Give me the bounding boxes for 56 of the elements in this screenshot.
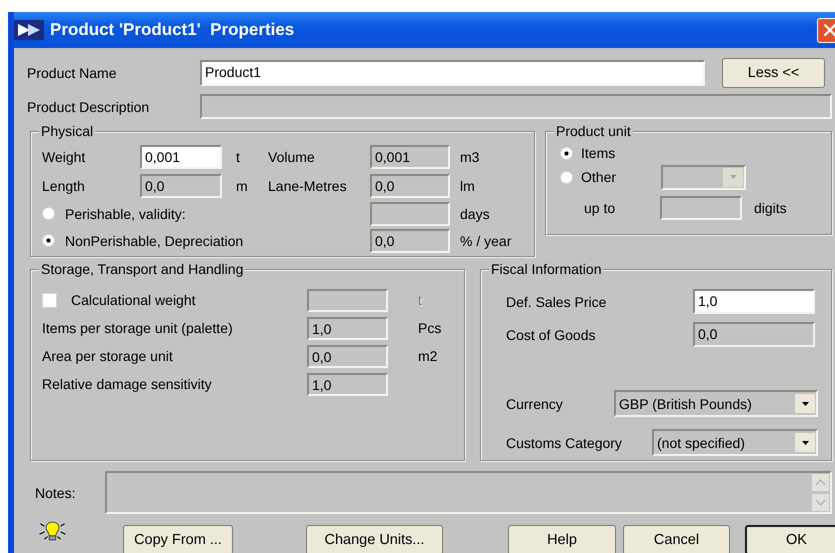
field-label: Length: [42, 178, 86, 194]
unit-label: lm: [460, 178, 475, 194]
caret-icon: [802, 402, 808, 406]
field-label: Notes:: [35, 484, 76, 500]
dropdown-value: GBP (British Pounds): [619, 396, 752, 412]
field-label: Currency: [506, 396, 564, 412]
field-label: Product Name: [27, 65, 118, 81]
app-icon: [14, 18, 44, 42]
radio-button[interactable]: [42, 207, 55, 220]
radio-button[interactable]: [560, 170, 573, 184]
dropdown[interactable]: (not specified): [652, 429, 818, 456]
field-label: up to: [584, 200, 616, 216]
dialog-button[interactable]: Help: [508, 525, 616, 553]
caret-icon: [802, 440, 808, 444]
unit-label: % / year: [460, 232, 512, 248]
dialog-button[interactable]: OK: [745, 525, 835, 553]
field-label: Weight: [42, 149, 86, 165]
less-button[interactable]: Less <<: [722, 58, 825, 88]
dialog-button[interactable]: Change Units...: [306, 525, 443, 553]
unit-label: days: [460, 206, 490, 222]
input-field[interactable]: Product1: [200, 60, 705, 86]
field-label: Customs Category: [506, 434, 623, 450]
dropdown[interactable]: GBP (British Pounds): [614, 390, 818, 417]
unit-label: t: [418, 292, 422, 308]
unit-label: m2: [418, 348, 438, 364]
radio-button[interactable]: [42, 234, 55, 247]
field-label: Def. Sales Price: [506, 294, 608, 310]
field-label: Other: [581, 169, 618, 185]
unit-label: Pcs: [418, 320, 442, 336]
dropdown-value: (not specified): [657, 434, 745, 450]
field-label: Cost of Goods: [506, 326, 596, 342]
group-title: Physical: [39, 123, 96, 139]
window-title: Product 'Product1' Properties: [50, 20, 294, 40]
field-label: Items per storage unit (palette): [42, 320, 234, 336]
dialog-button[interactable]: Copy From ...: [123, 525, 233, 553]
group-title: Fiscal Information: [489, 261, 604, 277]
group-title: Storage, Transport and Handling: [39, 261, 246, 277]
field-label: Relative damage sensitivity: [42, 376, 213, 392]
field-label: Perishable, validity:: [65, 206, 186, 222]
field-label: Volume: [268, 149, 316, 165]
input-field[interactable]: 0,001: [140, 145, 222, 169]
unit-label: m3: [460, 149, 480, 165]
dialog-button[interactable]: Cancel: [623, 525, 730, 553]
field-label: Product Description: [27, 98, 150, 114]
field-label: Area per storage unit: [42, 348, 174, 364]
unit-label: digits: [754, 200, 787, 216]
field-label: NonPerishable, Depreciation: [65, 232, 244, 248]
field-label: Items: [581, 145, 616, 161]
unit-label: t: [236, 149, 240, 165]
field-label: Lane-Metres: [268, 178, 348, 194]
radio-button[interactable]: [560, 146, 573, 160]
input-field[interactable]: 1,0: [693, 289, 815, 314]
field-label: Calculational weight: [71, 292, 196, 308]
group-title: Product unit: [554, 123, 633, 139]
unit-label: m: [236, 178, 248, 194]
caret-icon: [730, 175, 736, 179]
